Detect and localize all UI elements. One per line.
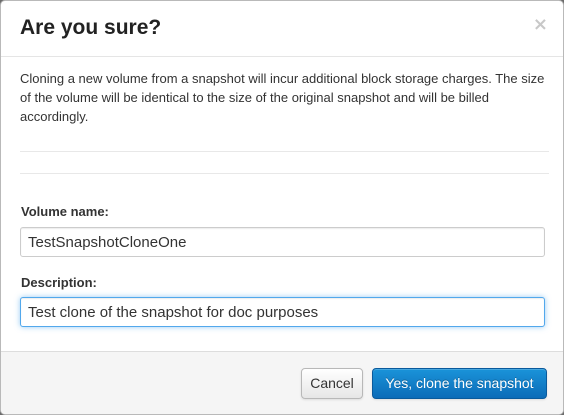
dialog-footer: Cancel Yes, clone the snapshot (1, 351, 563, 414)
close-icon[interactable]: × (533, 15, 548, 35)
cancel-button[interactable]: Cancel (301, 368, 363, 399)
confirm-clone-button[interactable]: Yes, clone the snapshot (372, 368, 547, 399)
description-label: Description: (21, 275, 97, 290)
divider (20, 173, 549, 174)
confirm-clone-dialog: Are you sure? × Cloning a new volume fro… (0, 0, 564, 415)
description-input[interactable] (20, 297, 545, 327)
volume-name-label: Volume name: (21, 204, 109, 219)
dialog-header: Are you sure? × (1, 1, 563, 57)
dialog-body: Cloning a new volume from a snapshot wil… (1, 57, 563, 351)
volume-name-input[interactable] (20, 227, 545, 257)
dialog-title: Are you sure? (20, 16, 162, 39)
divider (20, 151, 549, 152)
warning-message: Cloning a new volume from a snapshot wil… (20, 71, 545, 124)
